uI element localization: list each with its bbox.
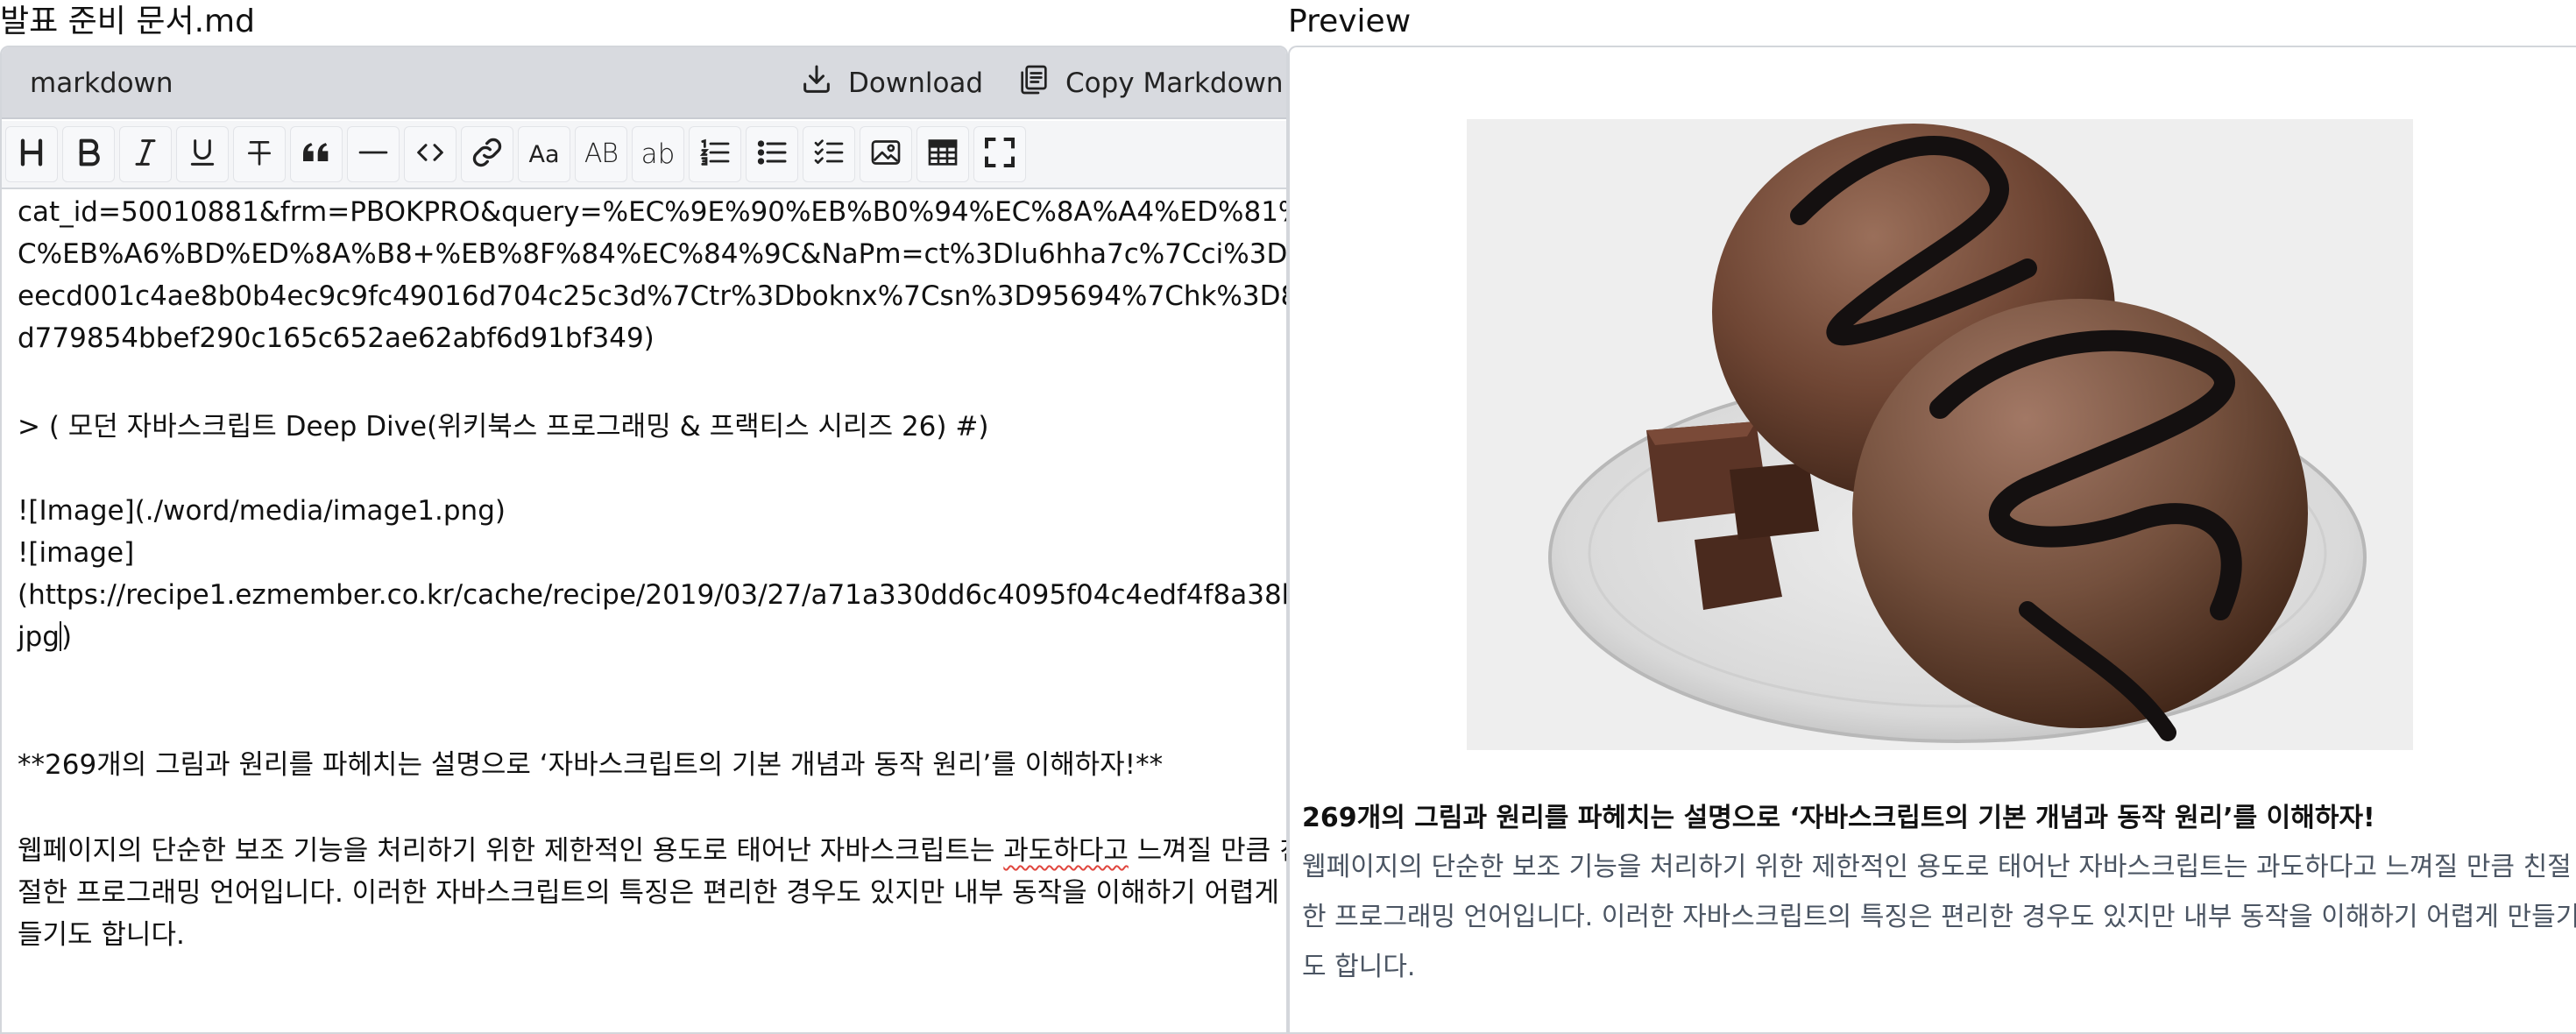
link-icon [470,135,505,174]
editor-line: eecd001c4ae8b0b4ec9c9fc49016d704c25c3d%7… [18,280,1286,312]
strikethrough-icon [242,135,277,174]
checklist-button[interactable] [803,126,855,182]
unordered-list-icon [754,135,789,174]
markdown-editor[interactable]: cat_id=50010881&frm=PBOKPRO&query=%EC%9E… [2,191,1286,1032]
preview-line: 한 프로그래밍 언어입니다. 이러한 자바스크립트의 특징은 편리한 경우도 있… [1302,902,2576,932]
editor-line: > ( 모던 자바스크립트 Deep Dive(위키북스 프로그래밍 & 프랙티… [18,411,989,443]
horizontal-rule-icon [356,135,391,174]
lowercase-button[interactable]: ab [632,126,684,182]
strikethrough-button[interactable] [233,126,286,182]
editor-line: ![Image](./word/media/image1.png) [18,495,506,527]
preview-paragraph: 웹페이지의 단순한 보조 기능을 처리하기 위한 제한적인 용도로 태어난 자바… [1302,842,2576,992]
preview-heading: 269개의 그림과 원리를 파헤치는 설명으로 ‘자바스크립트의 기본 개념과 … [1302,803,2375,833]
checklist-icon [811,135,846,174]
underline-button[interactable] [176,126,229,182]
link-button[interactable] [461,126,513,182]
spellcheck-word: 과도하다고 [1003,835,1129,867]
download-icon [799,62,834,104]
unordered-list-button[interactable] [746,126,798,182]
uppercase-icon: AB [584,138,619,169]
editor-line: jpg) [18,616,1270,658]
copy-markdown-button[interactable]: Copy Markdown [1016,47,1284,119]
editor-line-text: ) [60,621,73,653]
editor-line: cat_id=50010881&frm=PBOKPRO&query=%EC%9E… [18,196,1286,228]
editor-line-text: jpg [18,621,60,653]
ordered-list-icon [697,135,732,174]
copy-icon [1016,62,1051,104]
editor-line: d779854bbef290c165c652ae62abf6d91bf349) [18,322,655,354]
ordered-list-button[interactable] [689,126,741,182]
preview-column: Preview 269개의 그림과 원리를 파헤치는 설명으로 ‘자바스크립트의… [1288,0,2576,1034]
file-title: 발표 준비 문서.md [0,4,255,39]
editor-line: ![image] [18,537,135,569]
fullscreen-button[interactable] [973,126,1026,182]
table-icon [925,135,960,174]
editor-header: markdown Download Copy Markdown [2,47,1286,119]
download-label: Download [848,67,984,99]
editor-line-text: 웹페이지의 단순한 보조 기능을 처리하기 위한 제한적인 용도로 태어난 자바… [18,835,1004,867]
table-button[interactable] [916,126,969,182]
copy-markdown-label: Copy Markdown [1065,67,1284,99]
editor-line: 들기도 합니다. [18,919,185,951]
preview-panel: 269개의 그림과 원리를 파헤치는 설명으로 ‘자바스크립트의 기본 개념과 … [1288,46,2576,1034]
image-icon [868,135,903,174]
lowercase-icon: ab [640,138,676,170]
editor-column: 발표 준비 문서.md markdown Download Copy Markd… [0,0,1288,1034]
fullscreen-icon [982,135,1017,174]
heading-button[interactable] [5,126,58,182]
quote-icon [299,135,334,174]
image-button[interactable] [860,126,912,182]
editor-line: 웹페이지의 단순한 보조 기능을 처리하기 위한 제한적인 용도로 태어난 자바… [18,830,1286,872]
preview-line: 웹페이지의 단순한 보조 기능을 처리하기 위한 제한적인 용도로 태어난 자바… [1302,852,2572,882]
code-icon [413,135,448,174]
editor-line: **269개의 그림과 원리를 파헤치는 설명으로 ‘자바스크립트의 기본 개념… [18,749,1164,781]
editor-panel: markdown Download Copy Markdown Aa AB ab… [0,46,1288,1034]
ice-cream-image [1467,119,2413,750]
mode-label: markdown [30,67,173,99]
editor-line: (https://recipe1.ezmember.co.kr/cache/re… [18,579,1286,611]
heading-icon [14,135,49,174]
quote-button[interactable] [290,126,343,182]
editor-line: C%EB%A6%BD%ED%8A%B8+%EB%8F%84%EC%84%9C&N… [18,238,1286,270]
italic-button[interactable] [119,126,172,182]
bold-icon [71,135,106,174]
code-button[interactable] [404,126,456,182]
horizontal-rule-button[interactable] [347,126,400,182]
download-button[interactable]: Download [799,47,983,119]
preview-line: 도 합니다. [1302,952,1416,982]
underline-icon [185,135,220,174]
formatting-toolbar: Aa AB ab [2,121,1286,189]
text-size-button[interactable]: Aa [518,126,570,182]
uppercase-button[interactable]: AB [575,126,627,182]
bold-button[interactable] [62,126,115,182]
text-size-icon: Aa [528,140,560,168]
preview-title: Preview [1288,4,1412,39]
editor-line: 절한 프로그래밍 언어입니다. 이러한 자바스크립트의 특징은 편리한 경우도 … [18,877,1286,909]
editor-line-text: 느껴질 만큼 친 [1136,835,1286,867]
italic-icon [128,135,163,174]
